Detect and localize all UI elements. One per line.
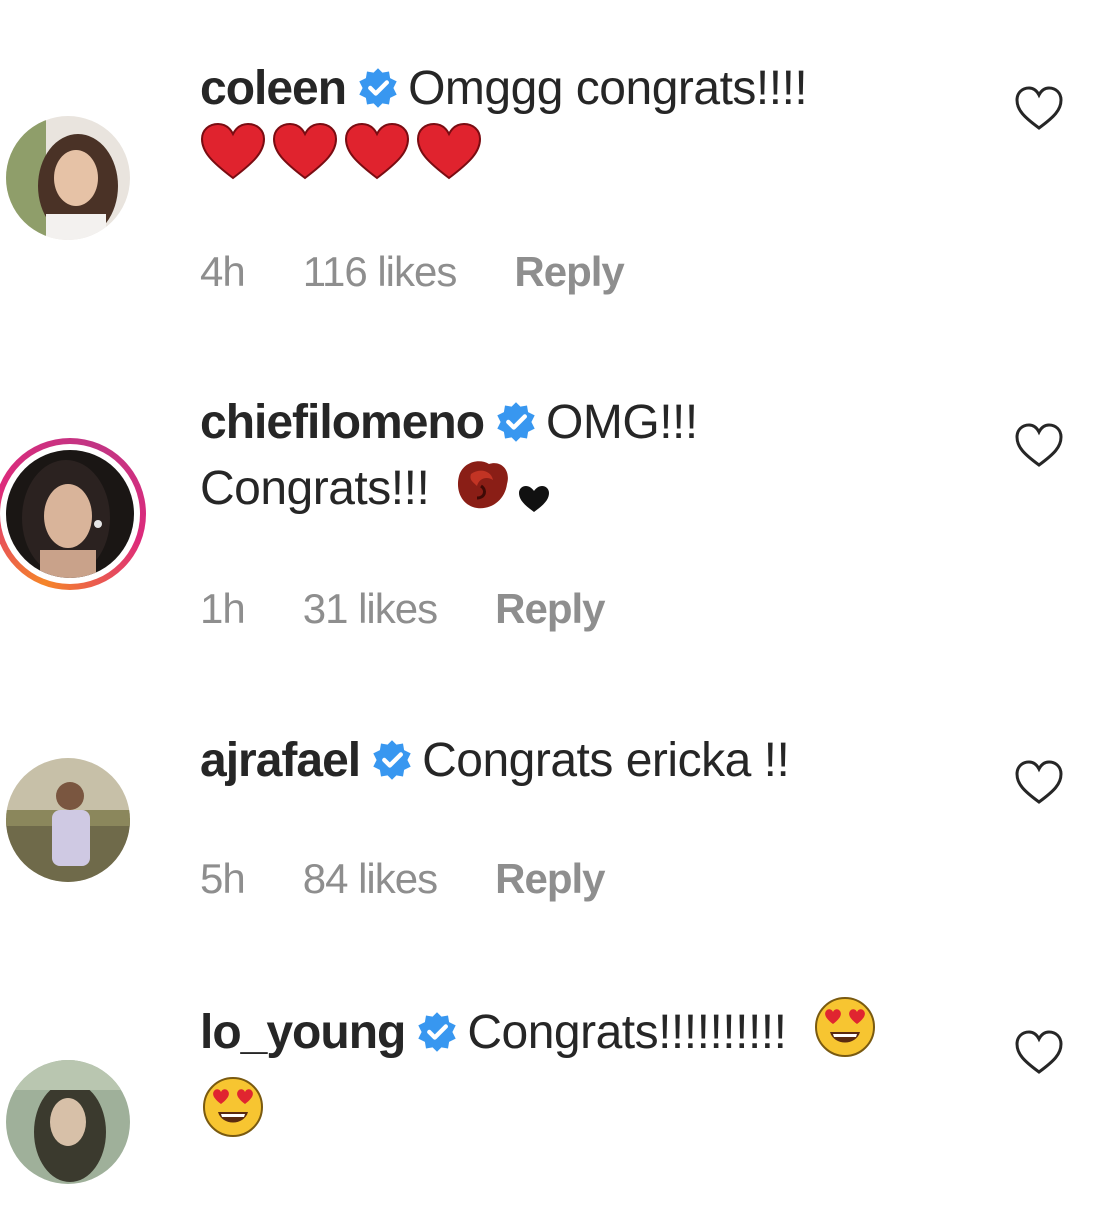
comment-time: 1h [200,585,246,632]
red-heart-icon [272,122,338,200]
avatar[interactable] [6,116,130,240]
comment-likes[interactable]: 84 likes [303,855,438,903]
comment-text: OMG!!! [546,396,698,449]
comment-body: coleen Omggg congrats!!!! [200,56,960,200]
comment-likes[interactable]: 31 likes [303,585,438,633]
heart-outline-icon[interactable] [1014,421,1064,471]
black-heart-icon [517,466,551,532]
heart-eyes-face-icon [814,996,876,1076]
red-heart-icon [416,122,482,200]
verified-badge-icon [497,402,535,442]
heart-outline-icon[interactable] [1014,758,1064,808]
verified-badge-icon [418,1012,457,1052]
reply-button[interactable]: Reply [495,855,605,903]
verified-badge-icon [373,740,411,780]
heart-eyes-face-icon [202,1076,264,1156]
reply-button[interactable]: Reply [514,248,624,296]
comment-text-line2: Congrats!!! [200,462,430,515]
comments-panel: coleen Omggg congrats!!!! 4h 116 likes Repl… [0,0,1120,1205]
avatar-story-ring[interactable] [0,438,146,590]
comment-text: Omggg congrats!!!! [408,62,808,115]
red-heart-icon [344,122,410,200]
comment-likes[interactable]: 116 likes [303,248,458,296]
verified-badge-icon [359,68,397,108]
comment-username[interactable]: chiefilomeno [200,396,485,449]
comment-time: 4h [200,248,246,295]
comment-time: 5h [200,855,246,902]
avatar[interactable] [6,1060,130,1184]
comment-meta: 4h 116 likes Reply [200,248,682,296]
comment-meta: 5h 84 likes Reply [200,855,663,903]
heart-outline-icon[interactable] [1014,84,1064,134]
comment-body: ajrafael Congrats ericka !! [200,728,960,794]
comment-username[interactable]: lo_young [200,1006,406,1059]
comment-username[interactable]: ajrafael [200,734,361,787]
comment-body: chiefilomeno OMG!!! Congrats!!! [200,390,960,532]
avatar[interactable] [6,758,130,882]
avatar [6,450,134,578]
comment-body: lo_young Congrats!!!!!!!!!! [200,996,960,1156]
rose-icon [451,456,513,532]
comment-meta: 1h 31 likes Reply [200,585,663,633]
heart-outline-icon[interactable] [1014,1028,1064,1078]
comment-text: Congrats ericka !! [422,734,790,787]
red-heart-icon [200,122,266,200]
comment-username[interactable]: coleen [200,62,347,115]
comment-text: Congrats!!!!!!!!!! [467,1006,787,1059]
reply-button[interactable]: Reply [495,585,605,633]
